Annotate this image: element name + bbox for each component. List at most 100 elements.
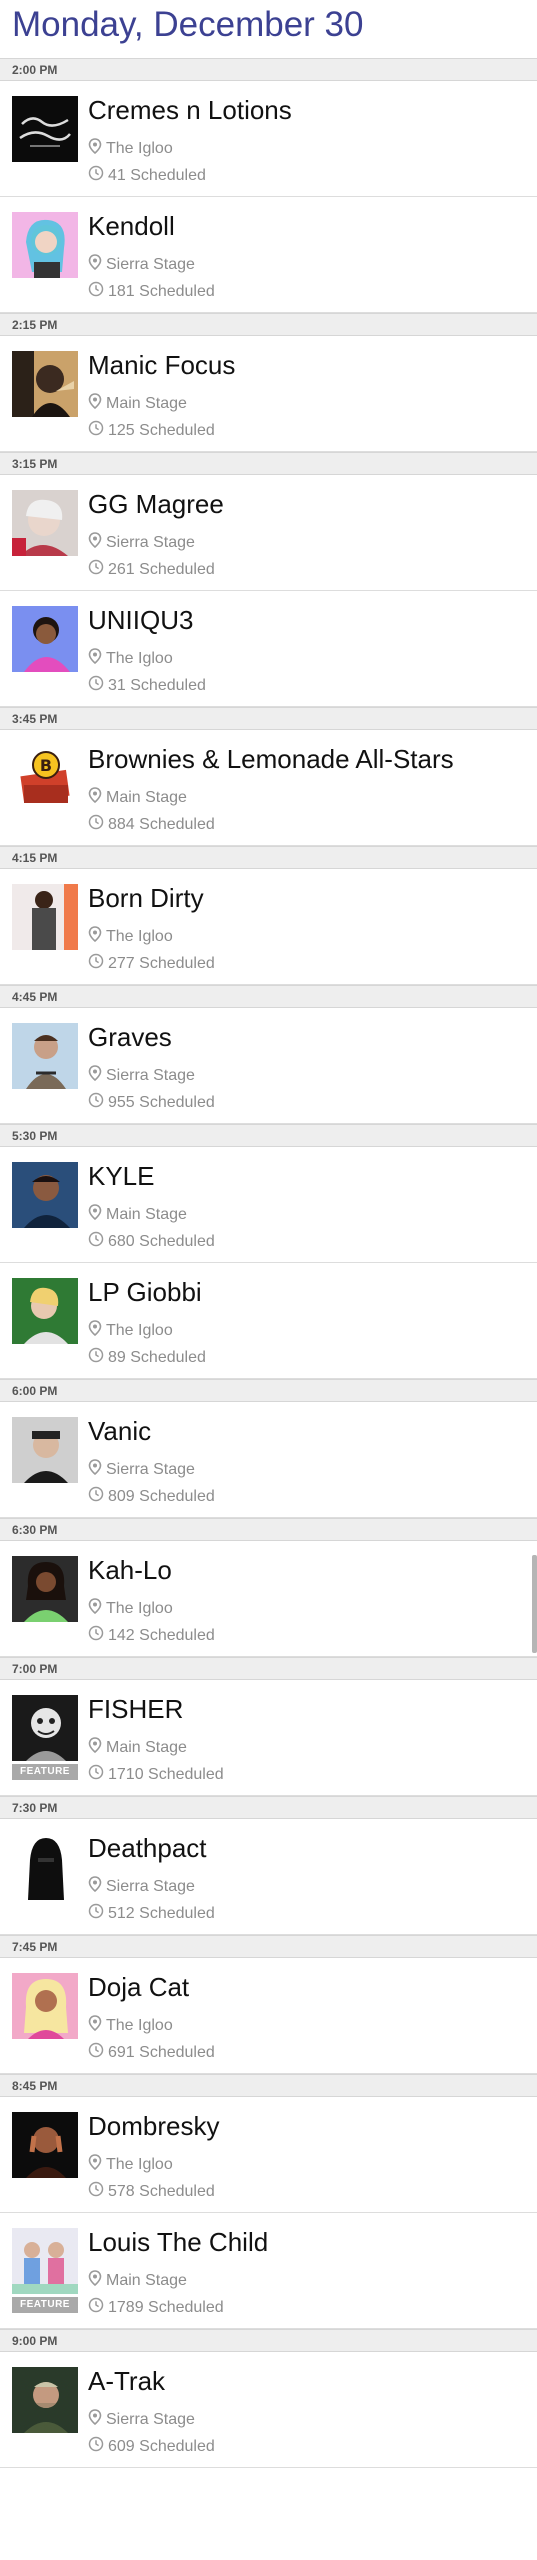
scheduled-info: 578 Scheduled bbox=[88, 2181, 215, 2202]
map-pin-icon bbox=[88, 254, 106, 275]
scheduled-count: 680 Scheduled bbox=[108, 1232, 215, 1250]
scheduled-count: 578 Scheduled bbox=[108, 2182, 215, 2200]
time-slot-header: 9:00 PM bbox=[0, 2329, 537, 2352]
clock-icon bbox=[88, 814, 108, 835]
clock-icon bbox=[88, 559, 108, 580]
map-pin-icon bbox=[88, 1459, 106, 1480]
event-row[interactable]: Kah-Lo The Igloo 142 Scheduled bbox=[0, 1541, 537, 1657]
stage-label: Sierra Stage bbox=[106, 2410, 195, 2428]
event-row[interactable]: Cremes n Lotions The Igloo 41 Scheduled bbox=[0, 81, 537, 197]
map-pin-icon bbox=[88, 2270, 106, 2291]
stage-info: The Igloo bbox=[88, 1320, 173, 1341]
stage-label: The Igloo bbox=[106, 139, 173, 157]
time-slot-header: 5:30 PM bbox=[0, 1124, 537, 1147]
scheduled-info: 277 Scheduled bbox=[88, 953, 215, 974]
scheduled-info: 1789 Scheduled bbox=[88, 2297, 224, 2318]
event-row[interactable]: GG Magree Sierra Stage 261 Scheduled bbox=[0, 475, 537, 591]
artist-image bbox=[12, 884, 78, 950]
artist-name: Louis The Child bbox=[88, 2227, 269, 2257]
artist-image bbox=[12, 606, 78, 672]
clock-icon bbox=[88, 1347, 108, 1368]
map-pin-icon bbox=[88, 648, 106, 669]
scheduled-count: 955 Scheduled bbox=[108, 1093, 215, 1111]
stage-info: Main Stage bbox=[88, 393, 187, 414]
stage-info: Sierra Stage bbox=[88, 532, 195, 553]
scheduled-info: 142 Scheduled bbox=[88, 1625, 215, 1646]
event-row[interactable]: Kendoll Sierra Stage 181 Scheduled bbox=[0, 197, 537, 313]
clock-icon bbox=[88, 2436, 108, 2457]
event-row[interactable]: FEATURE FISHER Main Stage 1710 Scheduled bbox=[0, 1680, 537, 1796]
time-slot-header: 6:30 PM bbox=[0, 1518, 537, 1541]
event-row[interactable]: B Brownies & Lemonade All-Stars Main Stage… bbox=[0, 730, 537, 846]
stage-info: Main Stage bbox=[88, 787, 187, 808]
clock-icon bbox=[88, 1903, 108, 1924]
event-row[interactable]: FEATURE Louis The Child Main Stage 1789 Sch… bbox=[0, 2213, 537, 2329]
scheduled-count: 89 Scheduled bbox=[108, 1348, 206, 1366]
scheduled-count: 261 Scheduled bbox=[108, 560, 215, 578]
event-row[interactable]: UNIIQU3 The Igloo 31 Scheduled bbox=[0, 591, 537, 707]
event-row[interactable]: KYLE Main Stage 680 Scheduled bbox=[0, 1147, 537, 1263]
event-row[interactable]: Graves Sierra Stage 955 Scheduled bbox=[0, 1008, 537, 1124]
event-row[interactable]: Vanic Sierra Stage 809 Scheduled bbox=[0, 1402, 537, 1518]
stage-info: Sierra Stage bbox=[88, 1065, 195, 1086]
event-row[interactable]: A-Trak Sierra Stage 609 Scheduled bbox=[0, 2352, 537, 2468]
event-row[interactable]: Born Dirty The Igloo 277 Scheduled bbox=[0, 869, 537, 985]
clock-icon bbox=[88, 1231, 108, 1252]
artist-name: Kah-Lo bbox=[88, 1555, 172, 1585]
clock-icon bbox=[88, 1764, 108, 1785]
stage-label: Sierra Stage bbox=[106, 1877, 195, 1895]
map-pin-icon bbox=[88, 2409, 106, 2430]
artist-name: UNIIQU3 bbox=[88, 605, 194, 635]
event-row[interactable]: LP Giobbi The Igloo 89 Scheduled bbox=[0, 1263, 537, 1379]
map-pin-icon bbox=[88, 138, 106, 159]
scrollbar-thumb[interactable] bbox=[532, 1555, 537, 1653]
artist-name: Dombresky bbox=[88, 2111, 220, 2141]
clock-icon bbox=[88, 2042, 108, 2063]
stage-label: Main Stage bbox=[106, 788, 187, 806]
scheduled-info: 1710 Scheduled bbox=[88, 1764, 224, 1785]
map-pin-icon bbox=[88, 2015, 106, 2036]
scheduled-info: 809 Scheduled bbox=[88, 1486, 215, 1507]
scheduled-count: 31 Scheduled bbox=[108, 676, 206, 694]
artist-image bbox=[12, 1556, 78, 1622]
scheduled-count: 277 Scheduled bbox=[108, 954, 215, 972]
map-pin-icon bbox=[88, 1065, 106, 1086]
clock-icon bbox=[88, 1486, 108, 1507]
stage-info: Sierra Stage bbox=[88, 1876, 195, 1897]
time-slot-header: 8:45 PM bbox=[0, 2074, 537, 2097]
artist-image bbox=[12, 2367, 78, 2433]
map-pin-icon bbox=[88, 1598, 106, 1619]
event-row[interactable]: Dombresky The Igloo 578 Scheduled bbox=[0, 2097, 537, 2213]
stage-info: The Igloo bbox=[88, 2154, 173, 2175]
artist-name: Deathpact bbox=[88, 1833, 207, 1863]
stage-info: The Igloo bbox=[88, 926, 173, 947]
event-row[interactable]: Doja Cat The Igloo 691 Scheduled bbox=[0, 1958, 537, 2074]
map-pin-icon bbox=[88, 926, 106, 947]
scheduled-info: 884 Scheduled bbox=[88, 814, 215, 835]
stage-label: The Igloo bbox=[106, 2155, 173, 2173]
scheduled-count: 809 Scheduled bbox=[108, 1487, 215, 1505]
time-slot-header: 2:00 PM bbox=[0, 58, 537, 81]
scheduled-info: 512 Scheduled bbox=[88, 1903, 215, 1924]
artist-image bbox=[12, 1023, 78, 1089]
stage-info: The Igloo bbox=[88, 138, 173, 159]
clock-icon bbox=[88, 1625, 108, 1646]
clock-icon bbox=[88, 420, 108, 441]
clock-icon bbox=[88, 1092, 108, 1113]
artist-image bbox=[12, 490, 78, 556]
scheduled-count: 1789 Scheduled bbox=[108, 2298, 224, 2316]
stage-label: Main Stage bbox=[106, 1205, 187, 1223]
scheduled-count: 609 Scheduled bbox=[108, 2437, 215, 2455]
time-slot-header: 4:45 PM bbox=[0, 985, 537, 1008]
artist-image bbox=[12, 1162, 78, 1228]
scheduled-count: 1710 Scheduled bbox=[108, 1765, 224, 1783]
event-row[interactable]: Manic Focus Main Stage 125 Scheduled bbox=[0, 336, 537, 452]
event-row[interactable]: Deathpact Sierra Stage 512 Scheduled bbox=[0, 1819, 537, 1935]
artist-image bbox=[12, 96, 78, 162]
artist-name: Manic Focus bbox=[88, 350, 236, 380]
time-slot-header: 4:15 PM bbox=[0, 846, 537, 869]
stage-label: The Igloo bbox=[106, 2016, 173, 2034]
scheduled-info: 89 Scheduled bbox=[88, 1347, 206, 1368]
scheduled-count: 125 Scheduled bbox=[108, 421, 215, 439]
map-pin-icon bbox=[88, 1876, 106, 1897]
